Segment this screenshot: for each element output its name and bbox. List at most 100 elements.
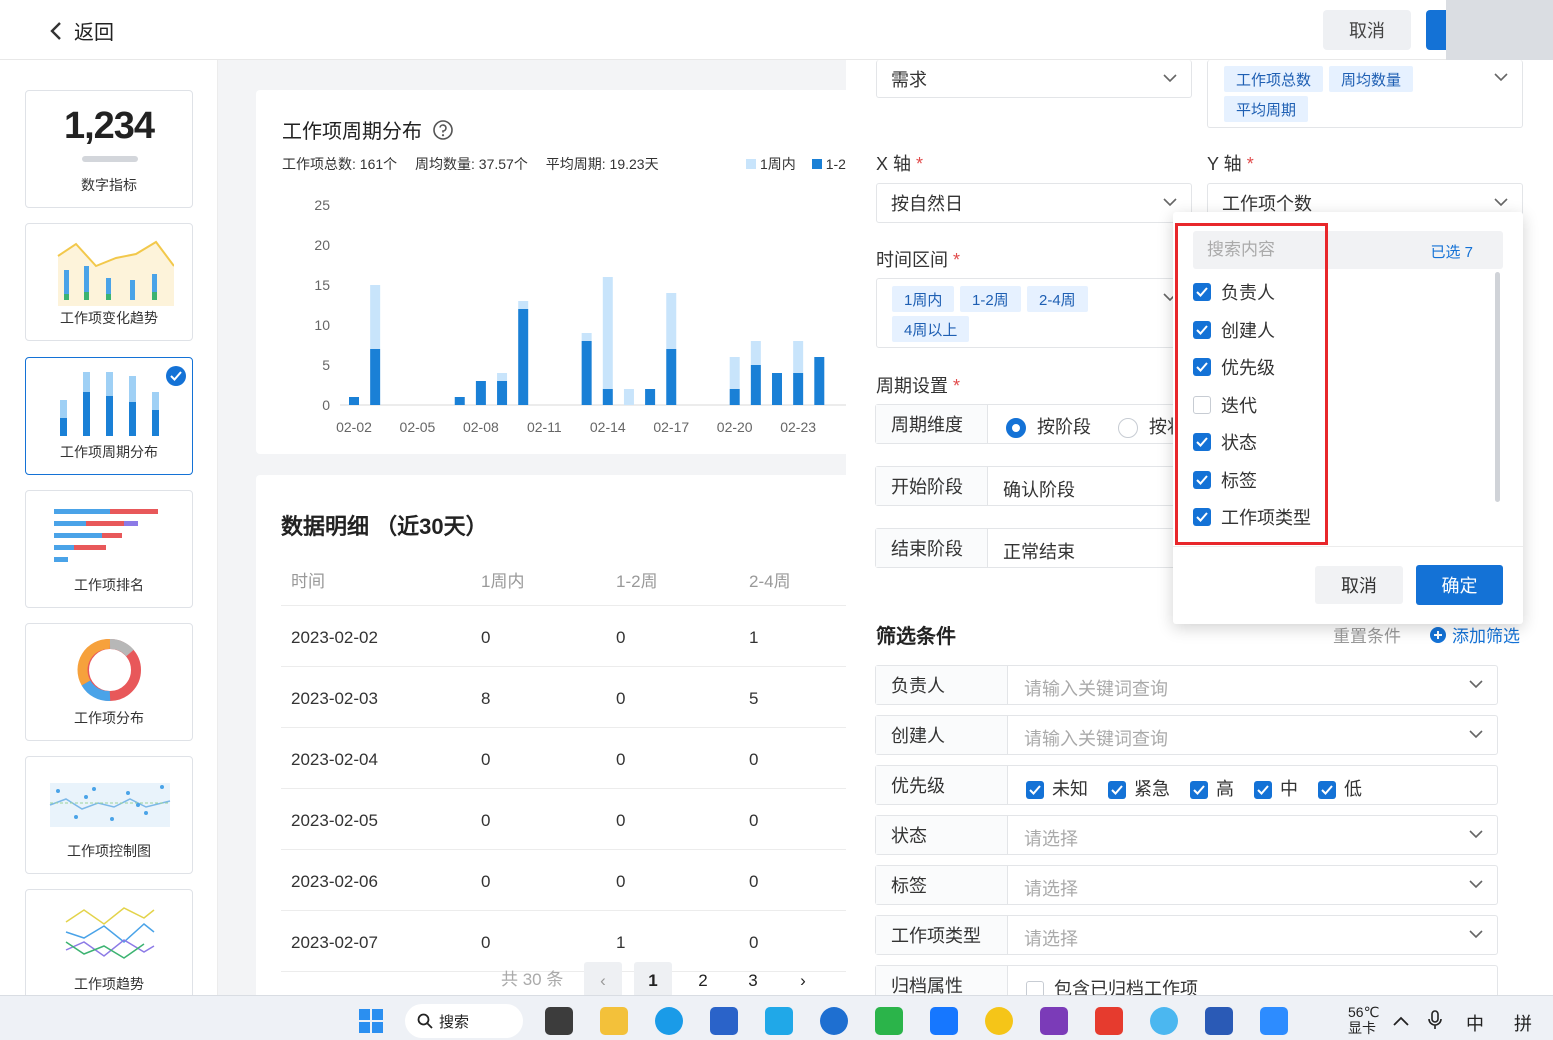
bar-segment[interactable] <box>666 349 677 405</box>
time-range-tag[interactable]: 1-2周 <box>960 286 1021 312</box>
bar-segment[interactable] <box>454 397 465 405</box>
bar-segment[interactable] <box>475 381 486 405</box>
add-filter-button[interactable]: 添加筛选 <box>1430 622 1520 647</box>
bar-segment[interactable] <box>772 373 782 405</box>
priority-checkbox[interactable] <box>1318 781 1336 800</box>
task-view-icon[interactable] <box>545 1007 573 1035</box>
file-explorer-icon[interactable] <box>600 1007 628 1035</box>
radio-other[interactable] <box>1118 418 1139 439</box>
back-button[interactable]: 返回 <box>48 16 114 45</box>
chart-card-ranking[interactable]: 工作项排名 <box>25 490 193 608</box>
filter-row[interactable]: 创建人 请输入关键词查询 <box>875 715 1498 755</box>
dropdown-option[interactable]: 创建人 <box>1193 317 1275 343</box>
time-range-tag[interactable]: 4周以上 <box>892 316 970 342</box>
cancel-button[interactable]: 取消 <box>1323 10 1411 50</box>
column-header[interactable]: 1-2周 <box>616 567 658 592</box>
checkbox-checked[interactable] <box>1193 470 1211 489</box>
chart-card-control[interactable]: 工作项控制图 <box>25 756 193 874</box>
priority-checkbox[interactable] <box>1254 781 1272 800</box>
dropdown-option[interactable]: 标签 <box>1193 467 1257 493</box>
dropdown-option[interactable]: 状态 <box>1193 429 1257 455</box>
priority-checkbox[interactable] <box>1026 781 1044 800</box>
bar-segment[interactable] <box>370 349 381 405</box>
dropdown-option[interactable]: 工作项类型 <box>1193 504 1311 530</box>
filter-row[interactable]: 状态 请选择 <box>875 815 1498 855</box>
filter-row[interactable]: 优先级 未知 紧急 高 中 低 <box>875 765 1498 805</box>
legend-item[interactable]: 1-2 <box>826 156 846 172</box>
bar-segment[interactable] <box>497 373 508 381</box>
checkbox-unchecked[interactable] <box>1193 395 1211 414</box>
selected-count[interactable]: 已选 7 <box>1430 241 1473 262</box>
dropdown-option[interactable]: 优先级 <box>1193 354 1275 380</box>
bar-segment[interactable] <box>370 285 381 349</box>
dropdown-option[interactable]: 负责人 <box>1193 279 1275 305</box>
column-header[interactable]: 2-4周 <box>749 567 791 592</box>
filter-row[interactable]: 工作项类型 请选择 <box>875 915 1498 955</box>
weather-widget[interactable]: 56℃ 显卡 <box>1348 1004 1379 1036</box>
ime-layout[interactable]: 拼 <box>1514 1010 1532 1036</box>
chart-card-metric[interactable]: 1,234 数字指标 <box>25 90 193 208</box>
bar-segment[interactable] <box>581 341 592 405</box>
prev-page-button[interactable]: ‹ <box>584 962 622 995</box>
help-icon[interactable] <box>432 119 454 141</box>
bar-segment[interactable] <box>814 357 825 405</box>
bar-segment[interactable] <box>645 389 656 405</box>
scrollbar[interactable] <box>1495 272 1500 502</box>
ie-browser-icon[interactable] <box>820 1007 848 1035</box>
filter-row[interactable]: 负责人 请输入关键词查询 <box>875 665 1498 705</box>
checkbox-checked[interactable] <box>1193 320 1211 339</box>
bar-segment[interactable] <box>518 301 529 309</box>
next-page-button[interactable]: › <box>784 962 822 995</box>
word-icon[interactable] <box>1205 1007 1233 1035</box>
bar-segment[interactable] <box>793 341 804 373</box>
wechat-icon[interactable] <box>875 1007 903 1035</box>
taskbar-search[interactable]: 搜索 <box>405 1004 523 1038</box>
bar-segment[interactable] <box>750 365 761 405</box>
bar-segment[interactable] <box>793 373 804 405</box>
filter-row[interactable]: 归档属性 包含已归档工作项 <box>875 965 1498 995</box>
chart-card-cycle-distribution[interactable]: 工作项周期分布 <box>25 357 193 475</box>
baidu-netdisk-icon[interactable] <box>1150 1007 1178 1035</box>
chart-card-trend[interactable]: 工作项变化趋势 <box>25 223 193 341</box>
page-3-button[interactable]: 3 <box>734 962 772 995</box>
bar-segment[interactable] <box>581 333 592 341</box>
app-v-icon[interactable] <box>765 1007 793 1035</box>
radio-stage[interactable] <box>1006 418 1026 439</box>
music-icon[interactable] <box>985 1007 1013 1035</box>
chevron-up-icon[interactable] <box>1393 1016 1409 1026</box>
archive-checkbox[interactable] <box>1026 981 1044 995</box>
microphone-icon[interactable] <box>1428 1010 1442 1030</box>
page-2-button[interactable]: 2 <box>684 962 722 995</box>
chart-card-distribution[interactable]: 工作项分布 <box>25 623 193 741</box>
bar-segment[interactable] <box>666 293 677 349</box>
bar-segment[interactable] <box>729 389 740 405</box>
bar-segment[interactable] <box>602 389 613 405</box>
onenote-icon[interactable] <box>1040 1007 1068 1035</box>
column-header[interactable]: 1周内 <box>481 567 524 592</box>
dropdown-confirm-button[interactable]: 确定 <box>1416 565 1503 605</box>
bar-segment[interactable] <box>518 309 529 405</box>
bar-segment[interactable] <box>349 397 359 405</box>
time-range-tag[interactable]: 1周内 <box>892 286 955 312</box>
filter-row[interactable]: 标签 请选择 <box>875 865 1498 905</box>
legend-item[interactable]: 1周内 <box>760 156 796 172</box>
priority-checkbox[interactable] <box>1190 781 1208 800</box>
app-g-icon[interactable] <box>1095 1007 1123 1035</box>
bar-segment[interactable] <box>497 381 508 405</box>
bar-segment[interactable] <box>750 341 761 365</box>
dropdown-cancel-button[interactable]: 取消 <box>1315 566 1403 604</box>
page-1-button[interactable]: 1 <box>634 962 672 995</box>
bar-segment[interactable] <box>602 277 613 389</box>
column-header[interactable]: 时间 <box>291 567 325 592</box>
reset-filters-link[interactable]: 重置条件 <box>1333 622 1401 647</box>
start-stage-row[interactable]: 开始阶段 确认阶段 <box>875 466 1191 506</box>
priority-checkbox[interactable] <box>1108 781 1126 800</box>
search-input[interactable] <box>1193 231 1393 269</box>
windows-start-icon[interactable] <box>357 1007 385 1035</box>
checkbox-checked[interactable] <box>1193 508 1211 526</box>
zoom-icon[interactable] <box>1260 1007 1288 1035</box>
store-icon[interactable] <box>710 1007 738 1035</box>
checkbox-checked[interactable] <box>1193 283 1211 301</box>
work-item-type-select[interactable]: 需求 <box>876 60 1192 98</box>
metric-tag[interactable]: 平均周期 <box>1224 96 1309 122</box>
